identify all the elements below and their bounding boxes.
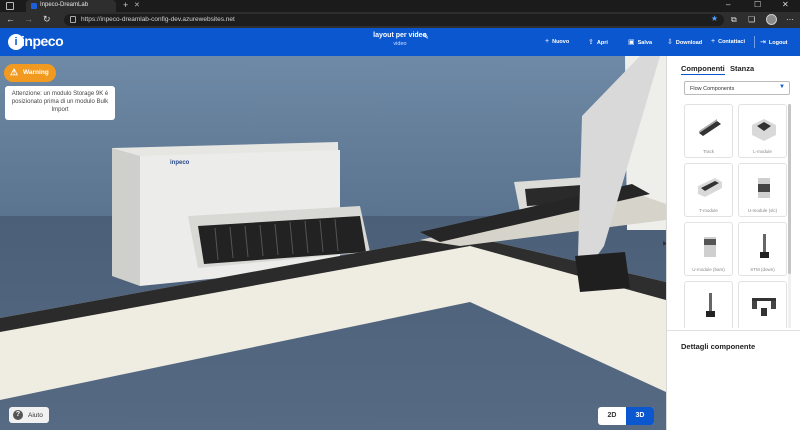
open-button[interactable]: ⇪ Apri: [588, 38, 608, 46]
minimize-icon[interactable]: –: [726, 0, 730, 9]
chevron-down-icon: ▼: [779, 84, 785, 90]
new-button[interactable]: + Nuovo: [545, 38, 569, 45]
contacts-button[interactable]: + Contattaci: [711, 38, 745, 45]
u-module-slc-thumbnail: [758, 178, 770, 198]
component-card-l-module[interactable]: L-module: [738, 104, 787, 158]
u-module-bars-thumbnail: [704, 237, 716, 257]
download-label: Download: [675, 40, 703, 46]
split-screen-icon[interactable]: ⧉: [731, 15, 737, 25]
storage-brand-label: inpeco: [170, 160, 190, 166]
component-label: L-module: [753, 149, 772, 154]
component-label: T-module: [699, 208, 718, 213]
component-label: STM (down): [750, 267, 775, 272]
download-button[interactable]: ⇩ Download: [667, 38, 702, 46]
component-details-title: Dettagli componente: [681, 342, 756, 351]
warning-button[interactable]: ⚠ Warning: [4, 64, 56, 82]
category-select-value: Flow Components: [690, 85, 735, 92]
stm-down-thumbnail: [760, 234, 769, 258]
logout-label: Logout: [768, 40, 788, 46]
forward-icon[interactable]: →: [24, 14, 33, 24]
component-label: U-module (slc): [747, 208, 778, 213]
project-subtitle: video: [393, 41, 407, 47]
track-thumbnail: [699, 119, 721, 136]
address-bar-row: ← → ↻ https://inpeco-dreamlab-config-dev…: [0, 12, 800, 28]
component-card-u-module-slc[interactable]: U-module (slc): [738, 163, 787, 217]
components-grid: Track L-module T-module U-module (slc) U…: [684, 104, 794, 328]
logout-icon: ⇥: [760, 39, 766, 46]
browser-tab[interactable]: Inpeco-DreamLab ✕: [26, 0, 140, 12]
new-label: Nuovo: [552, 39, 570, 45]
collections-icon[interactable]: ❏: [748, 15, 755, 24]
logo-text: inpeco: [21, 33, 64, 49]
favorite-star-icon[interactable]: ★: [711, 14, 718, 23]
tab-room[interactable]: Stanza: [730, 64, 754, 73]
project-title: layout per video: [373, 32, 427, 39]
close-window-icon[interactable]: ✕: [782, 0, 789, 9]
inpeco-logo[interactable]: i inpeco: [8, 33, 64, 50]
plus-icon: +: [545, 38, 550, 45]
help-button[interactable]: ? Aiuto: [9, 407, 49, 423]
tab-close-icon[interactable]: ✕: [134, 1, 140, 9]
reload-icon[interactable]: ↻: [43, 14, 51, 25]
maximize-icon[interactable]: ☐: [754, 0, 761, 9]
profile-avatar[interactable]: [766, 14, 777, 25]
component-7-thumbnail: [706, 293, 715, 317]
components-panel: Componenti Stanza Flow Components ▼ Trac…: [666, 56, 800, 430]
component-card-track[interactable]: Track: [684, 104, 733, 158]
contacts-label: Contattaci: [718, 39, 745, 45]
help-icon: ?: [13, 410, 23, 420]
url-text: https://inpeco-dreamlab-config-dev.azure…: [81, 16, 235, 23]
browser-tab-strip: Inpeco-DreamLab ✕ + – ☐ ✕: [0, 0, 800, 12]
warning-label: Warning: [23, 69, 49, 76]
lock-icon: [70, 16, 76, 23]
view-2d-button[interactable]: 2D: [598, 407, 626, 425]
warning-icon: ⚠: [10, 67, 19, 77]
view-3d-button[interactable]: 3D: [626, 407, 654, 425]
help-label: Aiuto: [28, 412, 43, 419]
favicon-icon: [31, 3, 37, 9]
component-card-t-module[interactable]: T-module: [684, 163, 733, 217]
warning-message: Attenzione: un modulo Storage 9K è posiz…: [5, 86, 115, 120]
panel-divider: [667, 330, 800, 331]
upload-icon: ⇪: [588, 39, 594, 46]
component-label: Track: [702, 149, 715, 154]
back-icon[interactable]: ←: [6, 14, 15, 24]
window-menu-icon[interactable]: [6, 2, 14, 10]
component-card-8[interactable]: [738, 281, 787, 328]
scrollbar-thumb[interactable]: [788, 104, 791, 274]
tab-title: Inpeco-DreamLab: [40, 2, 89, 8]
logout-button[interactable]: ⇥ Logout: [760, 38, 788, 46]
project-info: layout per video video: [340, 32, 460, 47]
components-scrollbar[interactable]: [788, 104, 791, 328]
category-select[interactable]: Flow Components ▼: [684, 81, 790, 95]
arm-base: [575, 252, 630, 292]
l-module-thumbnail: [752, 119, 776, 141]
component-card-u-module-bars[interactable]: U-module (bars): [684, 222, 733, 276]
component-card-7[interactable]: [684, 281, 733, 328]
t-module-thumbnail: [698, 178, 722, 197]
save-button[interactable]: ▣ Salva: [628, 38, 652, 46]
save-icon: ▣: [628, 39, 635, 46]
tab-components[interactable]: Componenti: [681, 64, 725, 75]
new-tab-icon[interactable]: +: [123, 0, 128, 10]
more-options-icon[interactable]: ⋯: [786, 15, 794, 24]
plus-icon: +: [711, 38, 716, 45]
component-label: U-module (bars): [692, 267, 725, 272]
url-field[interactable]: https://inpeco-dreamlab-config-dev.azure…: [64, 14, 724, 26]
open-label: Apri: [596, 40, 608, 46]
component-card-stm-down[interactable]: STM (down): [738, 222, 787, 276]
edit-pencil-icon[interactable]: ✎: [423, 33, 429, 41]
menu-divider: [754, 36, 755, 48]
save-label: Salva: [637, 40, 652, 46]
download-icon: ⇩: [667, 39, 673, 46]
view-mode-toggle: 2D 3D: [598, 407, 654, 425]
component-8-thumbnail: [752, 298, 776, 316]
